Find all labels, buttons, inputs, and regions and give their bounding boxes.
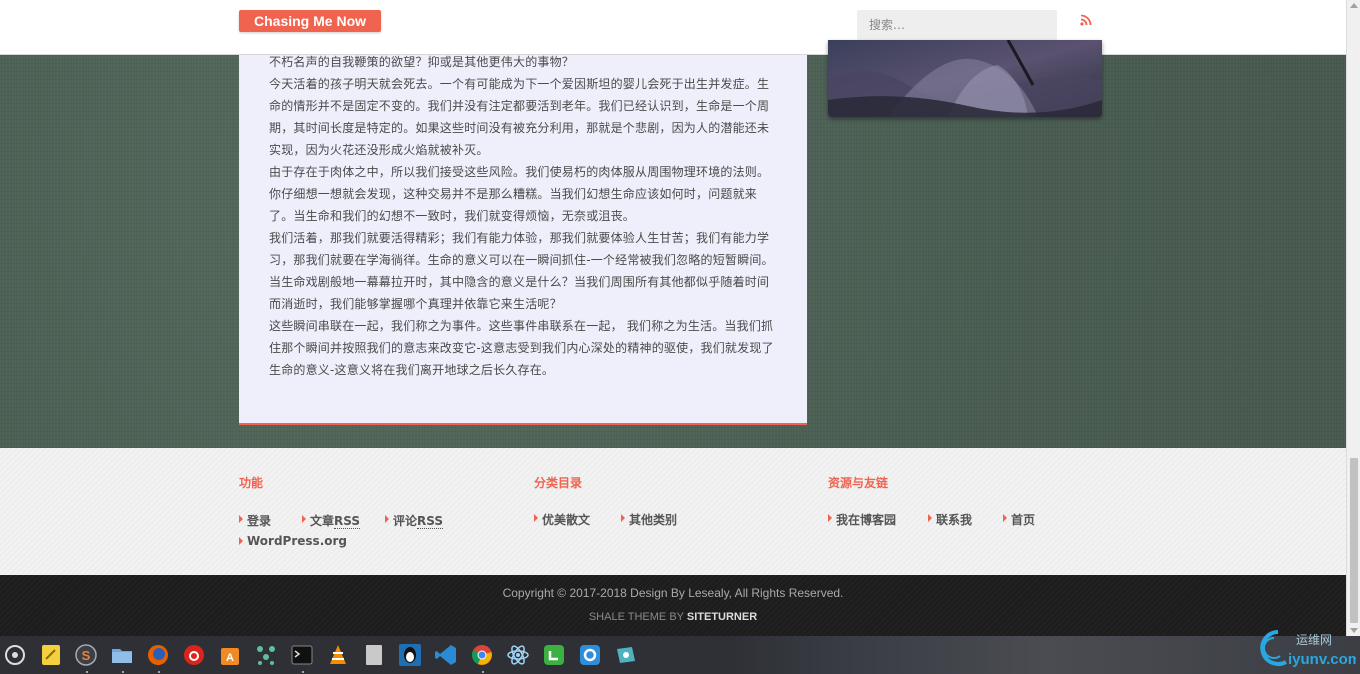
sogou-input-icon[interactable]: S — [74, 643, 98, 667]
contact-link[interactable]: 联系我 — [928, 511, 972, 528]
comments-rss-label: 评论 — [393, 514, 418, 528]
taskbar: S A — [0, 636, 1360, 674]
copyright-text: Copyright © 2017-2018 Design By Lesealy,… — [502, 586, 844, 600]
scroll-thumb[interactable] — [1350, 458, 1358, 623]
rss-abbr: RSS — [334, 514, 361, 529]
svg-text:A: A — [226, 652, 234, 664]
article-paragraph: 不朽名声的自我鞭策的欲望？抑或是其他更伟大的事物？ — [269, 55, 575, 69]
atom-icon[interactable] — [506, 643, 530, 667]
vlc-icon[interactable] — [326, 643, 350, 667]
qq-browser-icon[interactable] — [578, 643, 602, 667]
article-paragraph: 由于存在于肉体之中，所以我们接受这些风险。我们使易朽的肉体服从周围物理环境的法则… — [269, 165, 770, 223]
running-indicator — [158, 671, 160, 673]
site-title-link[interactable]: Chasing Me Now — [239, 10, 382, 32]
scroll-up-arrow-icon[interactable] — [1350, 3, 1358, 8]
vertical-scrollbar[interactable] — [1346, 0, 1360, 636]
svg-text:S: S — [82, 648, 91, 663]
iyunv-watermark-logo: 运维网 iyunv.com — [1260, 630, 1356, 668]
deepin-screenshot-icon[interactable] — [614, 643, 638, 667]
article-card: 不朽名声的自我鞭策的欲望？抑或是其他更伟大的事物？ 今天活着的孩子明天就会死去。… — [239, 55, 807, 425]
login-link-label: 登录 — [247, 514, 272, 528]
widget-title-categories: 分类目录 — [534, 476, 583, 490]
cnblogs-link[interactable]: 我在博客园 — [828, 511, 896, 528]
start-menu-icon[interactable] — [3, 643, 27, 667]
category-link-prose[interactable]: 优美散文 — [534, 511, 590, 528]
resource-link-label: 联系我 — [936, 513, 973, 527]
posts-rss-label: 文章 — [310, 514, 335, 528]
firefox-icon[interactable] — [146, 643, 170, 667]
footer-widgets: 功能 登录 文章RSS 评论RSS WordPress.org 分类目录 优美散… — [0, 448, 1346, 575]
wordpress-org-label: WordPress.org — [247, 534, 348, 548]
theme-credit: SHALE THEME BY SITETURNER — [0, 611, 1346, 623]
article-paragraph: 这些瞬间串联在一起，我们称之为事件。这些事件串联系在一起， 我们称之为生活。当我… — [269, 319, 774, 377]
category-link-label: 其他类别 — [629, 513, 678, 527]
sticky-notes-icon[interactable] — [39, 643, 63, 667]
article-paragraph: 当生命戏剧般地一幕幕拉开时，其中隐含的意义是什么？当我们周围所有其他都似乎随着时… — [269, 275, 770, 311]
article-paragraph: 今天活着的孩子明天就会死去。一个有可能成为下一个爱因斯坦的婴儿会死于出生并发症。… — [269, 77, 770, 157]
comments-rss-link[interactable]: 评论RSS — [385, 512, 444, 529]
text-editor-icon[interactable] — [362, 643, 386, 667]
article-paragraph: 我们活着，那我们就要活得精彩；我们有能力体验，那我们就要体验人生甘苦；我们有能力… — [269, 231, 774, 267]
home-link[interactable]: 首页 — [1003, 511, 1035, 528]
wordpress-org-link[interactable]: WordPress.org — [239, 534, 347, 548]
vscode-icon[interactable] — [434, 643, 458, 667]
running-indicator — [122, 671, 124, 673]
sidebar-image[interactable] — [828, 40, 1102, 117]
running-indicator — [482, 671, 484, 673]
watermark-subtitle: 运维网 — [1296, 633, 1332, 647]
network-app-icon[interactable] — [254, 643, 278, 667]
theme-credit-prefix: SHALE THEME BY — [588, 611, 684, 623]
resource-link-label: 首页 — [1011, 513, 1036, 527]
category-link-label: 优美散文 — [542, 513, 591, 527]
wechat-dev-icon[interactable] — [542, 643, 566, 667]
theme-author-link[interactable]: SITETURNER — [687, 611, 757, 623]
app-store-icon[interactable]: A — [218, 643, 242, 667]
running-indicator — [302, 671, 304, 673]
rss-icon[interactable] — [1080, 14, 1092, 26]
rss-abbr: RSS — [417, 514, 444, 529]
chrome-icon[interactable] — [470, 643, 494, 667]
site-header: Chasing Me Now — [0, 0, 1346, 55]
search-input[interactable] — [857, 10, 1057, 40]
login-link[interactable]: 登录 — [239, 512, 271, 529]
netease-music-icon[interactable] — [182, 643, 206, 667]
widget-title-functions: 功能 — [239, 476, 264, 490]
category-link-other[interactable]: 其他类别 — [621, 511, 677, 528]
watermark-text: iyunv.com — [1288, 651, 1356, 668]
posts-rss-link[interactable]: 文章RSS — [302, 512, 361, 529]
site-footer: Copyright © 2017-2018 Design By Lesealy,… — [0, 575, 1346, 636]
file-manager-icon[interactable] — [110, 643, 134, 667]
terminal-icon[interactable] — [290, 643, 314, 667]
widget-title-resources: 资源与友链 — [828, 476, 889, 490]
qq-icon[interactable] — [398, 643, 422, 667]
running-indicator — [86, 671, 88, 673]
resource-link-label: 我在博客园 — [836, 513, 897, 527]
